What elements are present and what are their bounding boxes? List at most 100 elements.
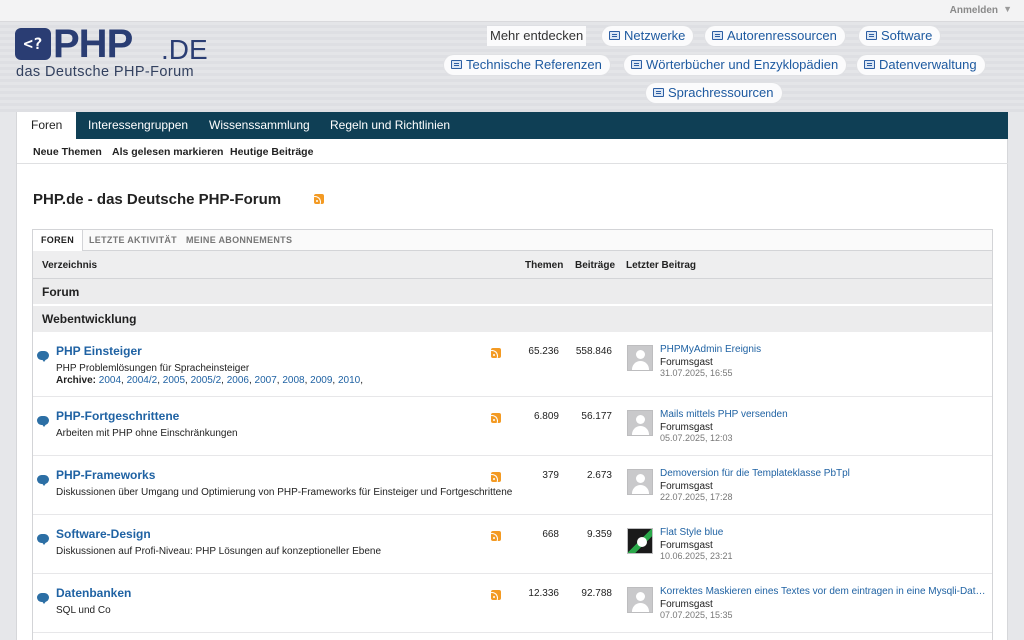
tab-regeln[interactable]: Regeln und Richtlinien [316,112,464,139]
link-label: Software [881,28,933,43]
forum-description: Diskussionen auf Profi-Niveau: PHP Lösun… [56,546,382,557]
last-post-date: 10.06.2025, 23:21 [660,551,733,561]
last-post-date: 07.07.2025, 15:35 [660,610,733,620]
forum-tabs: FOREN LETZTE AKTIVITÄT MEINE ABONNEMENTS [33,230,992,252]
archive-link[interactable]: 2006 [227,375,249,386]
last-post-user: Forumsgast [660,481,713,492]
last-post-title[interactable]: Flat Style blue [660,527,723,538]
avatar[interactable] [627,528,653,554]
last-post-date: 05.07.2025, 12:03 [660,433,733,443]
tab-forums[interactable]: FOREN [33,230,83,252]
rss-icon[interactable] [314,194,324,204]
list-icon [609,31,620,40]
last-post-title[interactable]: Demoversion für die Templateklasse PbTpl [660,468,850,479]
link-autorenressourcen[interactable]: Autorenressourcen [705,26,845,46]
logo-badge: <? [15,28,51,60]
top-bar: Anmelden ▼ [0,0,1024,22]
archive-link[interactable]: 2004/2 [127,375,158,386]
forum-row: Software-Design Diskussionen auf Profi-N… [33,515,992,574]
thread-count: 65.236 [528,346,559,357]
forum-chat-icon [37,534,49,545]
tab-wissenssammlung[interactable]: Wissenssammlung [195,112,324,139]
chevron-down-icon[interactable]: ▼ [1003,4,1012,14]
archive-link[interactable]: 2005/2 [191,375,222,386]
forum-chat-icon [37,351,49,362]
link-netzwerke[interactable]: Netzwerke [602,26,694,46]
forum-description: PHP Problemlösungen für Spracheinsteiger [56,363,250,374]
forum-title[interactable]: PHP-Frameworks [56,468,155,482]
post-count: 9.359 [586,529,612,540]
todays-posts-link[interactable]: Heutige Beiträge [230,146,313,158]
site-logo[interactable]: <? PHP .DE das Deutsche PHP-Forum [15,22,215,88]
mark-read-link[interactable]: Als gelesen markieren [112,146,223,158]
archive-label: Archive: [56,375,97,386]
new-threads-link[interactable]: Neue Themen [33,146,102,158]
link-technische-referenzen[interactable]: Technische Referenzen [444,55,610,75]
logo-php-text: PHP [53,22,133,66]
main-container: Foren Interessengruppen Wissenssammlung … [16,112,1008,640]
list-icon [631,60,642,69]
list-icon [653,88,664,97]
forum-title[interactable]: Datenbanken [56,586,131,600]
col-last-post: Letzter Beitrag [626,260,697,271]
last-post-user: Forumsgast [660,540,713,551]
archive-link[interactable]: 2007 [255,375,277,386]
tab-recent-activity[interactable]: LETZTE AKTIVITÄT [81,230,185,251]
list-icon [864,60,875,69]
archive-link[interactable]: 2005 [163,375,185,386]
rss-icon[interactable] [491,472,501,482]
post-count: 56.177 [581,411,612,422]
forum-title[interactable]: PHP-Fortgeschrittene [56,409,179,423]
avatar[interactable] [627,469,653,495]
logo-tagline: das Deutsche PHP-Forum [16,64,195,80]
forum-chat-icon [37,593,49,604]
sub-nav: Neue Themen Als gelesen markieren Heutig… [17,139,1008,164]
last-post-title[interactable]: PHPMyAdmin Ereignis [660,344,761,355]
link-label: Datenverwaltung [879,57,977,72]
tab-interessengruppen[interactable]: Interessengruppen [74,112,202,139]
archive-link[interactable]: 2008 [282,375,304,386]
last-post-user: Forumsgast [660,599,713,610]
link-woerterbuecher[interactable]: Wörterbücher und Enzyklopädien [624,55,847,75]
avatar[interactable] [627,345,653,371]
avatar[interactable] [627,587,653,613]
rss-icon[interactable] [491,413,501,423]
main-nav: Foren Interessengruppen Wissenssammlung … [17,112,1008,139]
forum-description: SQL und Co [56,605,111,616]
link-sprachressourcen[interactable]: Sprachressourcen [646,83,782,103]
link-label: Autorenressourcen [727,28,837,43]
forum-title[interactable]: PHP Einsteiger [56,344,142,358]
last-post-title[interactable]: Korrektes Maskieren eines Textes vor dem… [660,586,990,597]
col-directory: Verzeichnis [42,260,98,271]
forum-title[interactable]: Software-Design [56,527,151,541]
tab-subscriptions[interactable]: MEINE ABONNEMENTS [178,230,300,251]
link-datenverwaltung[interactable]: Datenverwaltung [857,55,985,75]
forum-description: Diskussionen über Umgang und Optimierung… [56,487,513,498]
section-webentwicklung[interactable]: Webentwicklung [33,306,992,332]
avatar[interactable] [627,410,653,436]
archive-link[interactable]: 2010 [338,375,360,386]
discover-label: Mehr entdecken [487,26,587,46]
link-software[interactable]: Software [859,26,941,46]
forum-row: Datenbanken SQL und Co 12.336 92.788 Kor… [33,574,992,633]
rss-icon[interactable] [491,348,501,358]
archive-link[interactable]: 2004 [99,375,121,386]
rss-icon[interactable] [491,590,501,600]
thread-count: 12.336 [528,588,559,599]
col-threads: Themen [525,260,564,271]
link-label: Sprachressourcen [668,85,774,100]
list-icon [712,31,723,40]
list-icon [451,60,462,69]
rss-icon[interactable] [491,531,501,541]
forum-row: PHP Einsteiger PHP Problemlösungen für S… [33,332,992,397]
login-link[interactable]: Anmelden [950,5,998,16]
archive-link[interactable]: 2009 [310,375,332,386]
col-posts: Beiträge [575,260,616,271]
tab-foren[interactable]: Foren [17,112,77,139]
forum-description: Arbeiten mit PHP ohne Einschränkungen [56,428,238,439]
forum-row: PHP-Fortgeschrittene Arbeiten mit PHP oh… [33,397,992,456]
site-header: <? PHP .DE das Deutsche PHP-Forum Mehr e… [0,22,1024,112]
logo-de-text: .DE [161,34,208,65]
section-forum[interactable]: Forum [33,279,992,305]
last-post-title[interactable]: Mails mittels PHP versenden [660,409,788,420]
